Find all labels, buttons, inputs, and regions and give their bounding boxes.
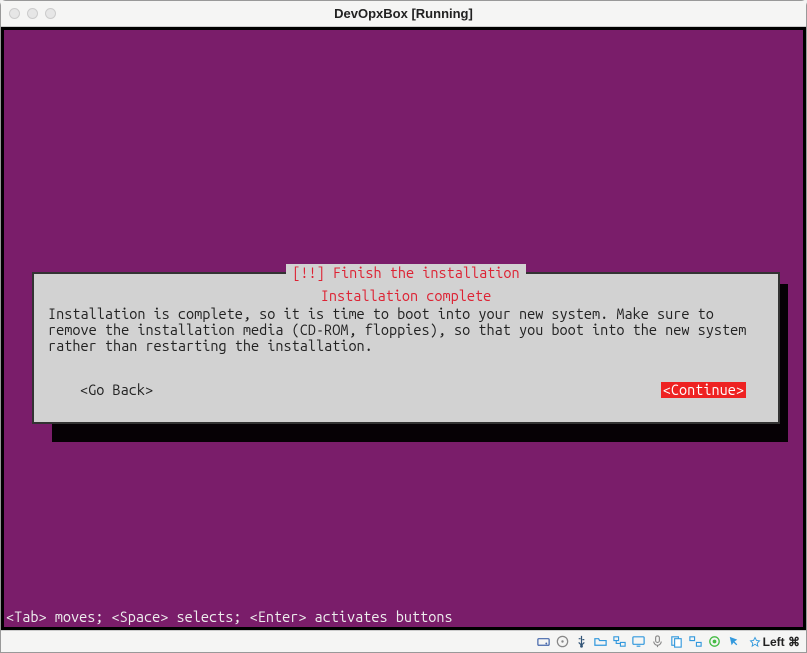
- continue-button[interactable]: <Continue>: [661, 382, 746, 398]
- host-key-label: Left ⌘: [763, 635, 800, 649]
- minimize-window-button[interactable]: [27, 8, 38, 19]
- folder-icon[interactable]: [593, 634, 608, 649]
- zoom-window-button[interactable]: [45, 8, 56, 19]
- dialog-title-wrap: [!!] Finish the installation: [34, 265, 778, 281]
- window-title: DevOpxBox [Running]: [1, 6, 806, 21]
- finish-install-dialog: [!!] Finish the installation Installatio…: [32, 272, 780, 424]
- usb-icon[interactable]: [574, 634, 589, 649]
- host-key-indicator[interactable]: Left ⌘: [749, 635, 800, 649]
- drag-drop-icon[interactable]: [688, 634, 703, 649]
- title-state: [Running]: [411, 6, 472, 21]
- dialog-subtitle: Installation complete: [48, 288, 764, 304]
- installer-console[interactable]: [!!] Finish the installation Installatio…: [4, 30, 803, 627]
- window-controls: [9, 8, 56, 19]
- title-app: DevOpxBox: [334, 6, 408, 21]
- display-icon[interactable]: [631, 634, 646, 649]
- mouse-integration-icon[interactable]: [726, 634, 741, 649]
- vm-window: DevOpxBox [Running] [!!] Finish the inst…: [0, 0, 807, 653]
- vm-display-area: [!!] Finish the installation Installatio…: [1, 27, 806, 630]
- dialog-body: Installation is complete, so it is time …: [48, 306, 764, 354]
- microphone-icon[interactable]: [650, 634, 665, 649]
- go-back-button[interactable]: <Go Back>: [80, 382, 153, 398]
- dialog-title: [!!] Finish the installation: [286, 264, 525, 281]
- recording-icon[interactable]: [707, 634, 722, 649]
- close-window-button[interactable]: [9, 8, 20, 19]
- keyboard-hint: <Tab> moves; <Space> selects; <Enter> ac…: [6, 609, 453, 625]
- hard-disk-icon[interactable]: [536, 634, 551, 649]
- network-icon[interactable]: [612, 634, 627, 649]
- shared-clipboard-icon[interactable]: [669, 634, 684, 649]
- titlebar: DevOpxBox [Running]: [1, 1, 806, 27]
- optical-disk-icon[interactable]: [555, 634, 570, 649]
- vm-statusbar: Left ⌘: [1, 630, 806, 652]
